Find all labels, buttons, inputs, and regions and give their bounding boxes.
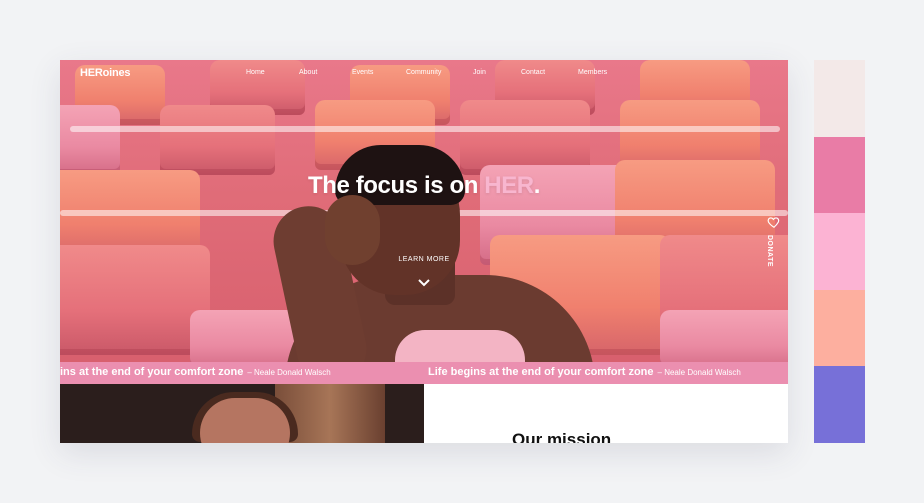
top-nav: HERoines Home About Events Community Joi… <box>60 60 788 88</box>
mission-photo <box>60 384 424 443</box>
palette-swatch <box>814 366 865 443</box>
nav-events[interactable]: Events <box>352 69 373 76</box>
ticker-quote: Life begins at the end of your comfort z… <box>428 366 654 378</box>
website-preview: HERoines Home About Events Community Joi… <box>60 60 788 443</box>
mission-title: Our mission <box>512 430 612 443</box>
quote-ticker: ins at the end of your comfort zone – Nea… <box>60 362 788 384</box>
ticker-author: – Neale Donald Walsch <box>247 368 331 377</box>
palette-swatch <box>814 136 865 214</box>
nav-contact[interactable]: Contact <box>521 69 545 76</box>
hero-headline: The focus is on HER. <box>60 172 788 200</box>
nav-join[interactable]: Join <box>473 69 486 76</box>
palette-swatch <box>814 213 865 290</box>
headline-period: . <box>533 172 541 199</box>
ticker-item: Life begins at the end of your comfort z… <box>428 366 741 378</box>
logo-her: HER <box>80 67 103 79</box>
hero-portrait <box>267 115 605 362</box>
nav-community[interactable]: Community <box>406 69 441 76</box>
color-palette <box>814 60 865 443</box>
ticker-item: ins at the end of your comfort zone – Nea… <box>60 366 331 378</box>
ticker-author: – Neale Donald Walsch <box>657 368 741 377</box>
learn-more-link[interactable]: LEARN MORE <box>60 256 788 263</box>
headline-highlight: HER <box>484 172 534 199</box>
hero-section: HERoines Home About Events Community Joi… <box>60 60 788 362</box>
nav-about[interactable]: About <box>299 69 317 76</box>
nav-home[interactable]: Home <box>246 69 265 76</box>
logo-suffix: oines <box>102 67 131 79</box>
headline-text: The focus is on <box>307 172 485 199</box>
nav-members[interactable]: Members <box>578 69 607 76</box>
ticker-quote: ins at the end of your comfort zone <box>60 366 244 378</box>
site-logo[interactable]: HERoines <box>80 67 131 79</box>
heart-icon[interactable] <box>767 215 781 229</box>
mission-section: Our mission <box>424 384 788 443</box>
chevron-down-icon[interactable] <box>417 276 431 290</box>
palette-swatch <box>814 60 865 137</box>
palette-swatch <box>814 289 865 367</box>
donate-button[interactable]: DONATE <box>766 235 773 267</box>
